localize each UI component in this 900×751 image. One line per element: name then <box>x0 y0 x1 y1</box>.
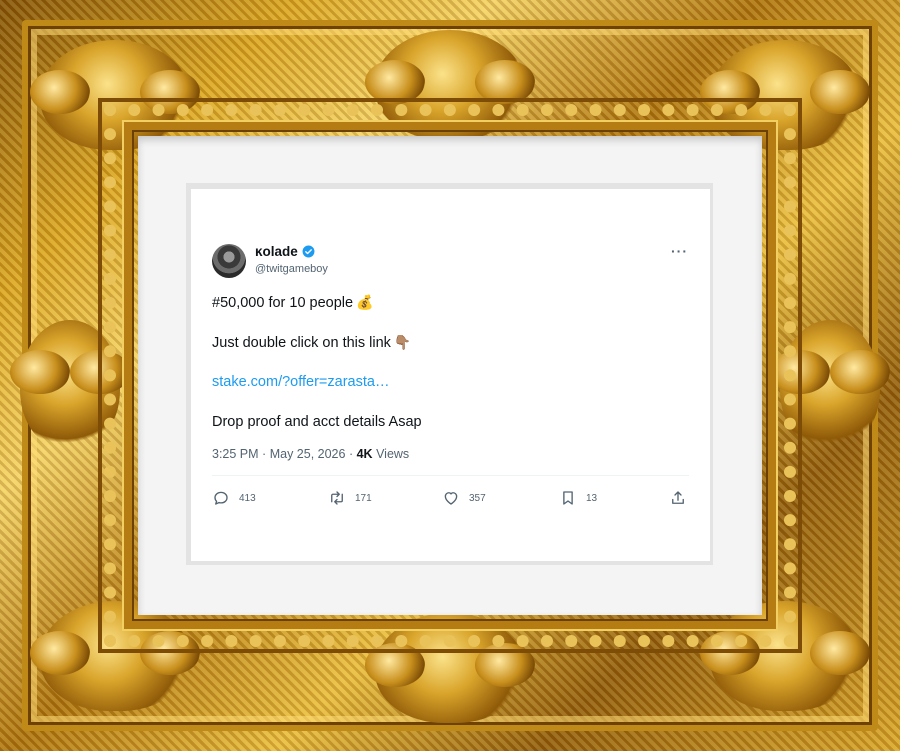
more-options-icon[interactable]: ··· <box>671 243 688 259</box>
heart-icon <box>444 492 458 505</box>
like-button[interactable]: 357 <box>442 489 486 507</box>
tweet-text-line-4: Drop proof and acct details Asap <box>212 414 422 430</box>
retweet-icon <box>331 491 343 505</box>
point-down-emoji: 👇🏽 <box>393 334 412 350</box>
tweet-text-2: Just double click on this link <box>212 335 391 351</box>
views-count: 4K <box>356 447 373 461</box>
divider <box>212 475 689 476</box>
bookmark-button[interactable]: 13 <box>559 489 597 507</box>
author-name-row: ĸolade <box>255 244 315 259</box>
tweet-date[interactable]: May 25, 2026 <box>270 447 346 461</box>
user-handle[interactable]: @twitgameboy <box>255 263 328 275</box>
views-label: Views <box>376 447 410 461</box>
meta-separator-1: · <box>262 447 267 461</box>
retweet-button[interactable]: 171 <box>328 489 372 507</box>
tweet-meta: 3:25 PM · May 25, 2026 · 4K Views <box>212 447 409 461</box>
reply-icon <box>214 491 228 505</box>
tweet-text-1: #50,000 for 10 people <box>212 295 354 311</box>
meta-separator-2: · <box>348 447 354 461</box>
share-button[interactable] <box>669 489 687 507</box>
tweet-card: ĸolade @twitgameboy ··· #50,000 for 10 p… <box>191 189 710 561</box>
bookmark-count: 13 <box>586 492 598 504</box>
verified-badge-icon <box>302 245 315 258</box>
retweet-count: 171 <box>355 492 372 504</box>
tweet-time[interactable]: 3:25 PM <box>212 447 259 461</box>
avatar[interactable] <box>212 244 246 278</box>
money-bag-emoji: 💰 <box>356 294 374 310</box>
like-count: 357 <box>469 492 486 504</box>
tweet-link[interactable]: stake.com/?offer=zarasta… <box>212 374 389 390</box>
display-name[interactable]: ĸolade <box>255 244 298 259</box>
reply-count: 413 <box>239 492 256 504</box>
bookmark-icon <box>563 491 573 505</box>
reply-button[interactable]: 413 <box>212 489 256 507</box>
tweet-text-line-2: Just double click on this link 👇🏽 <box>212 334 411 351</box>
tweet-text-line-1: #50,000 for 10 people 💰 <box>212 294 374 311</box>
share-icon <box>672 491 684 504</box>
